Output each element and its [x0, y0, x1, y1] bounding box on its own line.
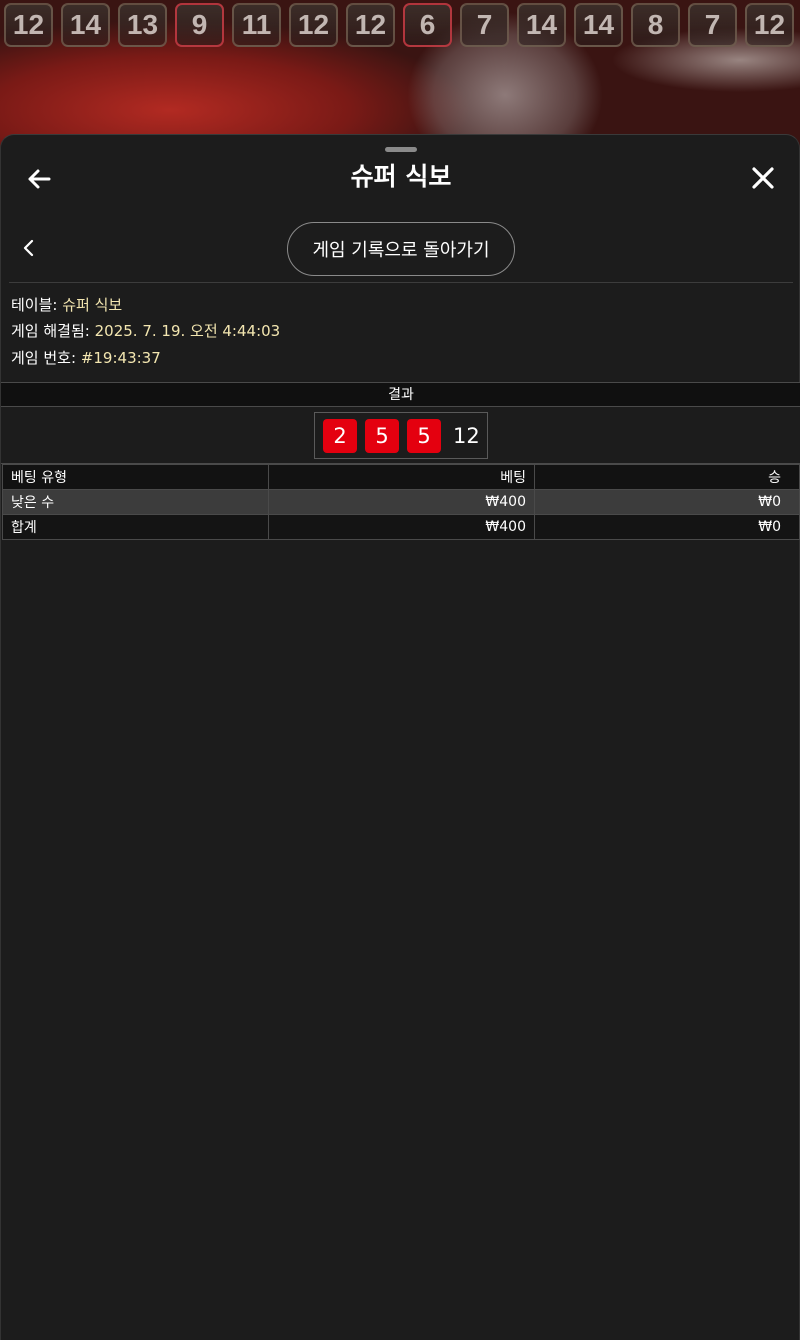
- history-chip: 11: [232, 3, 281, 47]
- live-video-background: 12 14 13 9 11 12 12 6 7 14 14 8 7 12: [0, 0, 800, 150]
- game-detail-sheet: 슈퍼 식보 게임 기록으로 돌아가기 테이블: 슈퍼 식보 게임 해결됨: 20…: [0, 134, 800, 1340]
- history-chip: 8: [631, 3, 680, 47]
- die: 5: [365, 418, 399, 453]
- resolved-info: 게임 해결됨: 2025. 7. 19. 오전 4:44:03: [11, 321, 280, 341]
- history-chip: 12: [4, 3, 53, 47]
- dice-result: 2 5 5 12: [314, 412, 488, 459]
- table-value: 슈퍼 식보: [62, 296, 123, 314]
- bet-amount-cell: ₩400: [268, 489, 535, 515]
- history-chip: 14: [517, 3, 566, 47]
- history-chip: 12: [289, 3, 338, 47]
- column-header-win: 승: [534, 464, 800, 490]
- resolved-value: 2025. 7. 19. 오전 4:44:03: [94, 322, 281, 340]
- history-chip: 12: [346, 3, 395, 47]
- win-amount-cell: ₩0: [534, 489, 800, 515]
- bet-type-cell: 합계: [2, 514, 269, 540]
- back-to-history-button[interactable]: 게임 기록으로 돌아가기: [287, 222, 515, 276]
- history-chip: 13: [118, 3, 167, 47]
- divider: [9, 282, 793, 283]
- dice-total: 12: [453, 423, 480, 448]
- history-chip: 12: [745, 3, 794, 47]
- game-number-label: 게임 번호:: [11, 349, 77, 367]
- die: 5: [407, 418, 441, 453]
- resolved-label: 게임 해결됨:: [11, 322, 90, 340]
- win-amount-cell: ₩0: [534, 514, 800, 540]
- history-chip: 9: [175, 3, 224, 47]
- column-header-bet-type: 베팅 유형: [2, 464, 269, 490]
- table-label: 테이블:: [11, 296, 58, 314]
- table-row: 낮은 수 ₩400 ₩0: [2, 489, 800, 515]
- history-chip: 7: [688, 3, 737, 47]
- close-icon[interactable]: [747, 162, 779, 194]
- result-history-strip: 12 14 13 9 11 12 12 6 7 14 14 8 7 12: [4, 3, 794, 47]
- history-chip: 7: [460, 3, 509, 47]
- result-header: 결과: [1, 382, 800, 407]
- drag-handle[interactable]: [385, 147, 417, 152]
- game-number-value: #19:43:37: [80, 349, 161, 367]
- history-chip: 14: [61, 3, 110, 47]
- history-chip: 6: [403, 3, 452, 47]
- column-header-bet: 베팅: [268, 464, 535, 490]
- table-header-row: 베팅 유형 베팅 승: [2, 464, 800, 490]
- game-number-info: 게임 번호: #19:43:37: [11, 348, 161, 368]
- die: 2: [323, 418, 357, 453]
- bets-table: 베팅 유형 베팅 승 낮은 수 ₩400 ₩0 합계 ₩400 ₩0: [2, 464, 800, 540]
- history-chip: 14: [574, 3, 623, 47]
- chevron-left-icon[interactable]: [19, 236, 39, 260]
- page-title: 슈퍼 식보: [350, 162, 452, 191]
- bet-amount-cell: ₩400: [268, 514, 535, 540]
- result-row: 2 5 5 12: [1, 407, 800, 464]
- table-row-total: 합계 ₩400 ₩0: [2, 514, 800, 540]
- bet-type-cell: 낮은 수: [2, 489, 269, 515]
- table-info: 테이블: 슈퍼 식보: [11, 295, 122, 315]
